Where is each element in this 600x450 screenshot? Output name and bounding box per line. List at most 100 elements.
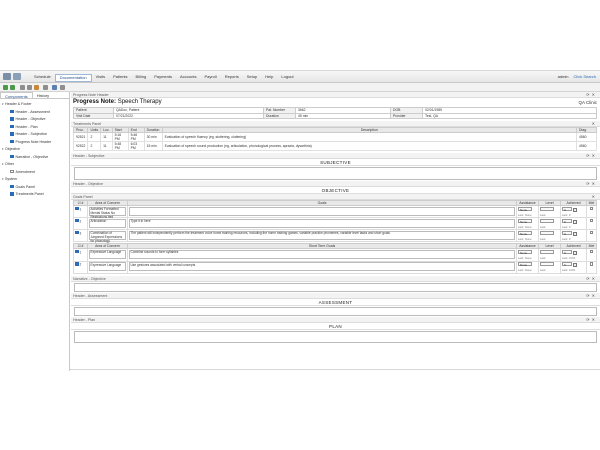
achieved-input[interactable]: 0 xyxy=(562,249,572,255)
goal-checkbox[interactable] xyxy=(75,249,79,254)
menu-item-setup[interactable]: Setup xyxy=(243,74,261,82)
tree-node[interactable]: ▾Other xyxy=(2,161,67,169)
tree-node[interactable]: ▾System xyxy=(2,176,67,184)
level-select[interactable] xyxy=(540,218,554,223)
column-header[interactable]: Assistance xyxy=(516,200,539,206)
goal-checkbox[interactable] xyxy=(75,206,79,210)
area-of-concern[interactable]: Articulation xyxy=(89,218,126,228)
met-checkbox[interactable] xyxy=(589,230,594,235)
subjective-controls[interactable]: ⟳✕ xyxy=(586,153,597,159)
achieved-input[interactable]: 0 xyxy=(562,206,572,212)
goal-checkbox[interactable] xyxy=(75,218,79,223)
tree-node[interactable]: Progress Note Header xyxy=(2,139,67,147)
edit-icon[interactable] xyxy=(34,85,39,90)
tree-node[interactable]: Header - Objective xyxy=(2,116,67,124)
assistance-select[interactable]: None xyxy=(518,249,532,255)
assistance-select[interactable]: None xyxy=(518,230,532,236)
achieved-input[interactable]: 0 xyxy=(562,230,572,236)
narrative-text[interactable] xyxy=(74,282,597,292)
tree-checkbox[interactable] xyxy=(10,184,14,188)
back-icon[interactable] xyxy=(3,85,8,90)
tree-node[interactable]: Goals Panel xyxy=(2,184,67,192)
menu-item-billing[interactable]: Billing xyxy=(132,74,151,82)
tab-components[interactable]: Components xyxy=(0,92,33,99)
met-checkbox[interactable] xyxy=(589,218,594,223)
tree-checkbox[interactable] xyxy=(10,109,14,113)
menu-item-payments[interactable]: Payments xyxy=(150,74,176,82)
table-row[interactable]: 92522 2 11 5:48 PM 6:03 PM 15 min Evaluation o… xyxy=(72,141,597,151)
level-select[interactable] xyxy=(540,230,554,235)
menu-item-documentation[interactable]: Documentation xyxy=(54,74,92,82)
goal-text[interactable] xyxy=(129,206,515,216)
tree-node[interactable]: ▾Objective xyxy=(2,146,67,154)
met-checkbox[interactable] xyxy=(589,206,594,210)
tree-node[interactable]: Amendment xyxy=(2,169,67,177)
plan-text[interactable] xyxy=(74,330,597,343)
chart-icon[interactable] xyxy=(13,73,21,80)
menu-item-visits[interactable]: Visits xyxy=(92,74,109,82)
save-icon[interactable] xyxy=(27,85,32,90)
home-icon[interactable] xyxy=(3,73,11,80)
lock-icon[interactable] xyxy=(60,85,65,90)
goal-text[interactable]: Use gestures associated with verbal conc… xyxy=(129,262,515,272)
tree-checkbox[interactable] xyxy=(10,132,14,136)
menu-item-payroll[interactable]: Payroll xyxy=(200,74,220,82)
goal-text[interactable]: The patient will independently perform t… xyxy=(129,230,515,240)
menu-item-patients[interactable]: Patients xyxy=(109,74,131,82)
tree-node[interactable]: Treatments Panel xyxy=(2,191,67,199)
goal-checkbox[interactable] xyxy=(75,262,79,266)
menu-item-logout[interactable]: Logout xyxy=(277,74,297,82)
subjective-text[interactable] xyxy=(74,167,597,180)
menu-item-schedule[interactable]: Schedule xyxy=(30,74,55,82)
tree-checkbox[interactable] xyxy=(10,169,14,173)
tree-node[interactable]: Header - Plan xyxy=(2,124,67,132)
calculator-icon[interactable] xyxy=(572,219,577,224)
tree-node[interactable]: Header - Assessment xyxy=(2,109,67,117)
tree-checkbox[interactable] xyxy=(10,192,14,196)
goal-text[interactable]: Combine sounds to form syllables xyxy=(129,249,515,259)
treatments-controls[interactable]: ✕ xyxy=(592,121,597,127)
tree-node[interactable]: Narrative - Objective xyxy=(2,154,67,162)
area-of-concern[interactable]: Activities Formatted Mental Status No Re… xyxy=(89,206,126,218)
plan-controls[interactable]: ⟳✕ xyxy=(586,317,597,323)
assessment-text[interactable] xyxy=(74,306,597,316)
area-of-concern[interactable]: Combination of Jargoned Expressions for … xyxy=(89,230,126,243)
menu-item-reports[interactable]: Reports xyxy=(221,74,243,82)
goal-checkbox[interactable] xyxy=(75,230,79,235)
area-of-concern[interactable]: Expressive Language xyxy=(89,249,126,259)
tree-checkbox[interactable] xyxy=(10,124,14,128)
assessment-controls[interactable]: ⟳✕ xyxy=(586,293,597,299)
print-icon[interactable] xyxy=(20,85,25,90)
tree-node[interactable]: ▾Header & Footer xyxy=(2,101,67,109)
area-of-concern[interactable]: Expressive Language xyxy=(89,262,126,272)
search-icon[interactable] xyxy=(52,85,57,90)
calculator-icon[interactable] xyxy=(572,231,577,236)
assistance-select[interactable]: None xyxy=(518,262,532,267)
assistance-select[interactable]: None xyxy=(518,206,532,212)
tree-checkbox[interactable] xyxy=(10,139,14,143)
copy-icon[interactable] xyxy=(43,85,48,90)
tree-checkbox[interactable] xyxy=(10,117,14,121)
click-search-link[interactable]: Click Search xyxy=(574,74,596,79)
level-select[interactable] xyxy=(540,262,554,267)
achieved-input[interactable]: 0 xyxy=(562,262,572,267)
column-header[interactable]: Assistance xyxy=(516,243,539,250)
level-select[interactable] xyxy=(540,249,554,254)
column-header[interactable]: Duration xyxy=(143,127,163,133)
forward-icon[interactable] xyxy=(10,85,15,90)
tree-checkbox[interactable] xyxy=(10,154,14,158)
met-checkbox[interactable] xyxy=(589,249,594,254)
calculator-icon[interactable] xyxy=(572,251,577,256)
narrative-controls[interactable]: ⟳✕ xyxy=(586,276,597,282)
level-select[interactable] xyxy=(540,206,554,211)
table-row[interactable]: 92521 2 11 5:16 PM 5:46 PM 30 min Evaluation o… xyxy=(72,132,597,142)
tab-history[interactable]: History xyxy=(33,92,53,98)
met-checkbox[interactable] xyxy=(589,262,594,266)
objective-controls[interactable]: ⟳✕ xyxy=(586,181,597,187)
tree-node[interactable]: Header - Subjective xyxy=(2,131,67,139)
goal-text[interactable]: Type it in here xyxy=(129,218,515,228)
calculator-icon[interactable] xyxy=(572,263,577,268)
goals-controls[interactable]: ✕ xyxy=(592,194,597,200)
menu-item-help[interactable]: Help xyxy=(261,74,277,82)
achieved-input[interactable]: 0 xyxy=(562,218,572,224)
